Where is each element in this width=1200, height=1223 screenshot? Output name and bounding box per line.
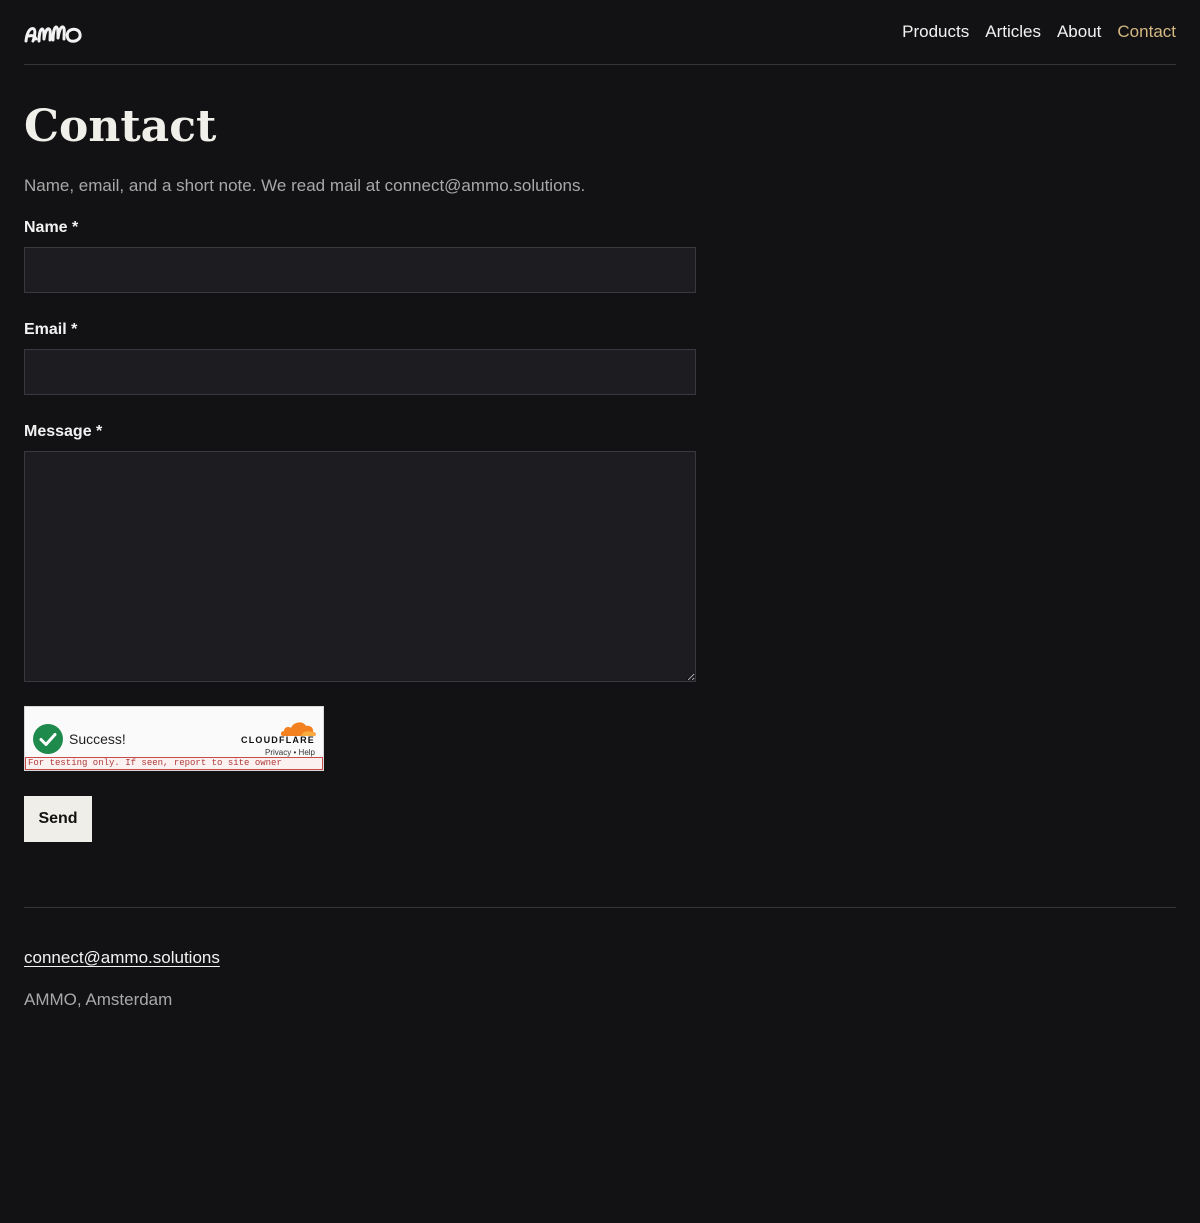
main-content: Contact Name, email, and a short note. W…	[24, 101, 1176, 842]
nav-link-articles[interactable]: Articles	[985, 22, 1041, 42]
message-label: Message *	[24, 423, 103, 440]
email-input[interactable]	[24, 349, 696, 395]
contact-form: Name * Email * Message * Success! CLOUDF…	[24, 218, 696, 842]
footer-email-link[interactable]: connect@ammo.solutions	[24, 948, 220, 968]
turnstile-test-note: For testing only. If seen, report to sit…	[25, 757, 323, 770]
privacy-link[interactable]: Privacy	[265, 748, 291, 757]
link-separator: •	[293, 748, 297, 757]
help-link[interactable]: Help	[299, 748, 315, 757]
nav-link-about[interactable]: About	[1057, 22, 1101, 42]
page-title: Contact	[24, 101, 217, 152]
email-label: Email *	[24, 321, 78, 338]
name-input[interactable]	[24, 247, 696, 293]
name-label: Name *	[24, 219, 79, 236]
main-nav: Products Articles About Contact	[902, 22, 1176, 42]
site-header: Products Articles About Contact	[24, 0, 1176, 65]
intro-text: Name, email, and a short note. We read m…	[24, 176, 586, 195]
turnstile-links: Privacy • Help	[265, 748, 315, 757]
nav-link-products[interactable]: Products	[902, 22, 969, 42]
turnstile-status: Success!	[69, 731, 126, 747]
page: Products Articles About Contact Contact …	[0, 0, 1200, 1010]
nav-link-contact[interactable]: Contact	[1117, 22, 1176, 42]
cloudflare-brand: CLOUDFLARE	[241, 735, 315, 745]
message-textarea[interactable]	[24, 451, 696, 682]
footer-address: AMMO, Amsterdam	[24, 990, 173, 1009]
success-check-icon	[33, 724, 63, 754]
ammo-logo	[24, 25, 82, 43]
send-button[interactable]: Send	[24, 796, 92, 842]
site-footer: connect@ammo.solutions AMMO, Amsterdam	[24, 907, 1176, 1010]
turnstile-widget: Success! CLOUDFLARE Privacy • Help For t…	[24, 706, 324, 771]
logo-link[interactable]	[24, 17, 86, 47]
